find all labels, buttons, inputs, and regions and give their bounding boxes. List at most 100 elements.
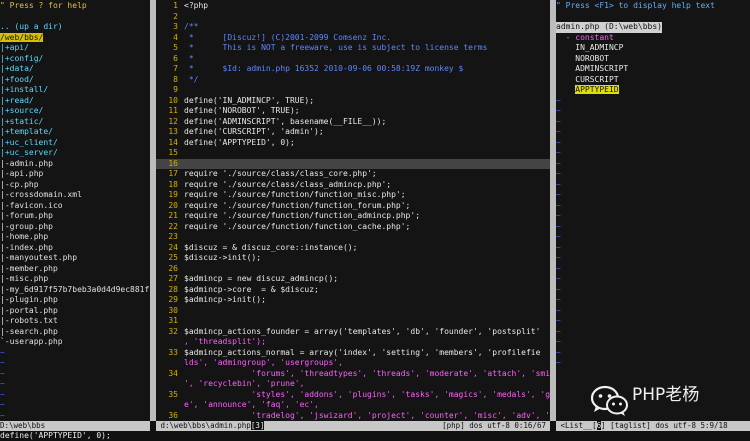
code-text: , 'threadsplit'); [184,337,266,346]
code-line[interactable]: 19 require './source/function/function_mi… [156,190,550,201]
explorer-dir-item[interactable]: |+api/ [0,43,150,54]
code-line[interactable]: 32 $admincp_actions_founder = array('temp… [156,327,550,338]
explorer-file-item[interactable]: |-plugin.php [0,295,150,306]
taglist-item[interactable]: APPTYPEID [556,85,750,96]
explorer-file-item[interactable]: |-admin.php [0,159,150,170]
code-line[interactable]: 9 [156,85,550,96]
code-line[interactable]: 28 $admincp->core = & $discuz; [156,285,550,296]
code-line[interactable]: ', 'recyclebin', 'prune', [156,379,550,390]
code-line[interactable]: 25 $discuz->init(); [156,253,550,264]
empty-line-tilde: ~ [556,158,561,168]
code-line[interactable]: 10 define('IN_ADMINCP', TRUE); [156,96,550,107]
code-line[interactable]: 21 require './source/function/function_ad… [156,211,550,222]
explorer-file-item[interactable]: |-member.php [0,264,150,275]
line-number: 24 [168,242,178,252]
explorer-dir-item[interactable]: |+uc_server/ [0,148,150,159]
line-number: 33 [168,347,178,357]
code-line[interactable]: 36 'tradelog', 'jswizard', 'project', 'c… [156,411,550,422]
explorer-file-item[interactable]: |-api.php [0,169,150,180]
explorer-dir-item[interactable]: |+config/ [0,54,150,65]
code-line[interactable]: 1 <?php [156,1,550,12]
explorer-dir-item[interactable]: |+uc_client/ [0,138,150,149]
taglist-item[interactable]: CURSCRIPT [556,75,750,86]
explorer-file-item[interactable]: |-crossdomain.xml [0,190,150,201]
code-text: 'styles', 'addons', 'plugins', 'tasks', … [184,389,550,399]
explorer-file-item[interactable]: |-search.php [0,327,150,338]
code-line[interactable]: 2 [156,12,550,23]
code-line[interactable]: 18 require './source/class/class_admincp.… [156,180,550,191]
code-line[interactable]: 16 [156,158,550,169]
file-explorer-pane[interactable]: " Press ? for help .. (up a dir) /web/bb… [0,0,150,421]
line-number: 25 [168,253,178,262]
explorer-file-item[interactable]: |-group.php [0,222,150,233]
editor-pane[interactable]: 1 <?php 2 3 /** 4 * [Discuz!] (C)2001-2099 Co… [156,0,550,421]
code-line[interactable]: 6 * [156,54,550,65]
code-line[interactable]: 14 define('APPTYPEID', 0); [156,138,550,149]
taglist-pane[interactable]: " Press <F1> to display help text admin.… [556,0,750,421]
taglist-item[interactable]: ADMINSCRIPT [556,64,750,75]
line-number: 3 [173,22,178,31]
code-line[interactable]: 24 $discuz = & discuz_core::instance(); [156,243,550,254]
explorer-dir-item[interactable]: |+read/ [0,96,150,107]
explorer-file-item[interactable]: |-home.php [0,232,150,243]
explorer-dir-item[interactable]: |+static/ [0,117,150,128]
explorer-file-item[interactable]: |-cp.php [0,180,150,191]
explorer-dir-item[interactable]: |+install/ [0,85,150,96]
code-line[interactable]: 8 */ [156,75,550,86]
explorer-file-item[interactable]: |-my_6d917f57b7beb3a0d4d9ec881f [0,285,150,296]
code-line[interactable]: 22 require './source/function/function_ca… [156,222,550,233]
taglist-item[interactable]: NOROBOT [556,54,750,65]
code-lines[interactable]: 1 <?php 2 3 /** 4 * [Discuz!] (C)2001-2099 Co… [156,1,550,421]
empty-line-tilde: ~ [0,379,5,388]
code-line[interactable]: 26 [156,264,550,275]
explorer-up-dir[interactable]: .. (up a dir) [0,22,150,33]
code-line[interactable]: 31 [156,316,550,327]
explorer-status-path: D:\web\bbs [0,421,46,430]
code-line[interactable]: 29 $admincp->init(); [156,295,550,306]
taglist-item[interactable]: IN_ADMINCP [556,43,750,54]
command-line[interactable]: define('APPTYPEID', 0); [0,431,750,441]
explorer-file-item[interactable]: |-favicon.ico [0,201,150,212]
explorer-dir-item[interactable]: |+template/ [0,127,150,138]
explorer-file-item[interactable]: |-robots.txt [0,316,150,327]
code-line[interactable]: 20 require './source/function/function_fo… [156,201,550,212]
explorer-dir-item[interactable]: |+data/ [0,64,150,75]
code-line[interactable]: 4 * [Discuz!] (C)2001-2099 Comsenz Inc. [156,33,550,44]
taglist-file-title[interactable]: admin.php (D:\web\bbs) [556,22,662,33]
taglist-status-left: <List__[ [560,421,597,430]
code-line[interactable]: 33 $admincp_actions_normal = array('index… [156,348,550,359]
line-number: 14 [168,137,178,147]
line-number: 2 [173,11,178,21]
explorer-file-item[interactable]: |-forum.php [0,211,150,222]
code-line[interactable]: 15 [156,148,550,159]
line-number: 26 [168,263,178,273]
code-line[interactable]: 3 /** [156,22,550,33]
code-line[interactable]: lds', 'admingroup', 'usergroups', [156,358,550,369]
explorer-dir-item[interactable]: |+source/ [0,106,150,117]
code-text: define('APPTYPEID', 0); [184,137,295,147]
code-line[interactable]: 17 require './source/class/class_core.php… [156,169,550,180]
code-line[interactable]: 11 define('NOROBOT', TRUE); [156,106,550,117]
explorer-file-item[interactable]: |-manyoutest.php [0,253,150,264]
explorer-current-dir[interactable]: /web/bbs/ [0,32,44,42]
code-line[interactable]: 35 'styles', 'addons', 'plugins', 'tasks… [156,390,550,401]
empty-line-tilde: ~ [556,253,561,262]
explorer-file-item[interactable]: |-portal.php [0,306,150,317]
code-line[interactable]: 7 * $Id: admin.php 16352 2010-09-06 00:5… [156,64,550,75]
code-line[interactable]: , 'threadsplit'); [156,337,550,348]
explorer-file-item[interactable]: |-index.php [0,243,150,254]
explorer-dir-item[interactable]: |+food/ [0,75,150,86]
code-line[interactable]: 12 define('ADMINSCRIPT', basename(__FILE_… [156,117,550,128]
code-line[interactable]: 5 * This is NOT a freeware, use is subje… [156,43,550,54]
line-number: 13 [168,127,178,136]
code-line[interactable]: 30 [156,306,550,317]
taglist-group-constant[interactable]: - constant [556,33,750,44]
code-line[interactable]: e', 'announce', 'faq', 'ec', [156,400,550,411]
code-line[interactable]: 34 'forums', 'threadtypes', 'threads', '… [156,369,550,380]
explorer-file-item[interactable]: |-misc.php [0,274,150,285]
code-line[interactable]: 27 $admincp = new discuz_admincp(); [156,274,550,285]
code-line[interactable]: 23 [156,232,550,243]
explorer-file-item[interactable]: `-userapp.php [0,337,150,348]
code-line[interactable]: 13 define('CURSCRIPT', 'admin'); [156,127,550,138]
line-number: 23 [168,232,178,241]
